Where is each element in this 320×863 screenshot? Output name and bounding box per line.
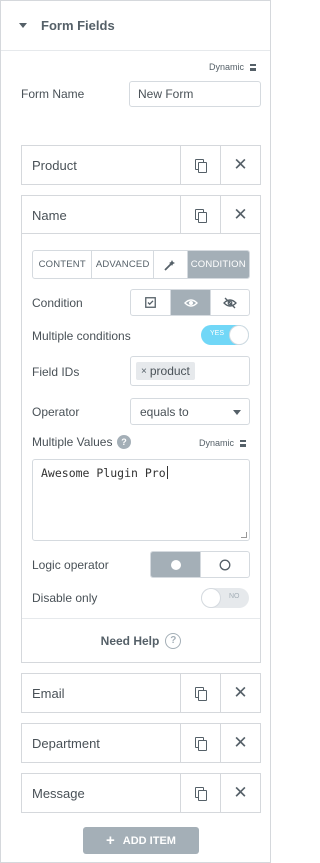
multiple-values-label: Multiple Values <box>32 435 113 449</box>
logic-option-or[interactable] <box>201 552 249 577</box>
item-title: Message <box>32 786 85 801</box>
close-icon: ✕ <box>233 732 248 753</box>
tag-chip: × product <box>136 362 195 380</box>
section-title: Form Fields <box>41 18 115 33</box>
form-name-label: Form Name <box>21 87 85 101</box>
field-ids-label: Field IDs <box>32 365 80 379</box>
condition-label: Condition <box>32 296 83 310</box>
logic-operator-label: Logic operator <box>32 558 109 572</box>
copy-icon <box>195 787 207 801</box>
toggle-knob <box>230 326 248 344</box>
item-header[interactable]: Name ✕ <box>22 196 260 234</box>
item-title: Product <box>32 158 77 173</box>
duplicate-button[interactable] <box>180 674 220 712</box>
form-fields-panel: Form Fields Dynamic Form Name New Form P… <box>0 0 271 863</box>
copy-icon <box>195 159 207 173</box>
close-icon: ✕ <box>233 782 248 803</box>
copy-icon <box>195 737 207 751</box>
plus-icon: + <box>106 832 115 849</box>
tag-label: product <box>149 364 190 378</box>
eye-icon <box>183 298 198 307</box>
close-icon: ✕ <box>233 154 248 175</box>
dynamic-label: Dynamic <box>199 438 235 448</box>
tab-condition[interactable]: CONDITION <box>187 251 249 278</box>
duplicate-button[interactable] <box>180 724 220 762</box>
toggle-state: YES <box>210 330 225 337</box>
multiple-values-textarea[interactable]: Awesome Plugin Pro <box>32 459 250 541</box>
repeater-item-message[interactable]: Message ✕ <box>21 773 261 813</box>
repeater-item-product[interactable]: Product ✕ <box>21 145 261 185</box>
remove-button[interactable]: ✕ <box>220 196 260 234</box>
multiple-conditions-label: Multiple conditions <box>32 329 131 343</box>
condition-option-hide[interactable] <box>211 290 249 315</box>
copy-icon <box>195 687 207 701</box>
item-title: Name <box>32 208 67 223</box>
tab-content[interactable]: CONTENT <box>33 251 93 278</box>
dynamic-tags-button[interactable]: Dynamic <box>199 438 247 448</box>
question-circle-icon: ? <box>165 632 182 649</box>
item-title: Email <box>32 686 65 701</box>
logic-option-and[interactable] <box>151 552 201 577</box>
logic-operator-choose <box>150 551 250 578</box>
operator-value: equals to <box>140 404 189 419</box>
form-name-value: New Form <box>138 87 194 101</box>
empty-circle-icon <box>219 559 231 570</box>
tab-advanced[interactable]: ADVANCED <box>92 251 154 278</box>
need-help-label: Need Help <box>100 633 160 648</box>
repeater-item-department[interactable]: Department ✕ <box>21 723 261 763</box>
remove-button[interactable]: ✕ <box>220 146 260 184</box>
operator-label: Operator <box>32 405 80 419</box>
remove-button[interactable]: ✕ <box>220 774 260 812</box>
close-icon: ✕ <box>233 204 248 225</box>
tab-style[interactable] <box>154 251 188 278</box>
eye-slash-icon <box>223 297 237 308</box>
copy-icon <box>195 209 207 223</box>
dynamic-tags-button[interactable]: Dynamic <box>209 62 257 72</box>
remove-button[interactable]: ✕ <box>220 674 260 712</box>
checkbox-icon <box>145 297 156 308</box>
condition-option-show[interactable] <box>171 290 211 315</box>
dynamic-label: Dynamic <box>209 62 245 72</box>
text-cursor <box>166 466 168 479</box>
add-item-label: ADD ITEM <box>122 834 176 847</box>
tab-label: CONTENT <box>38 259 86 270</box>
help-icon[interactable]: ? <box>117 435 131 449</box>
tab-label: CONDITION <box>190 259 246 270</box>
toggle-state: NO <box>229 593 240 600</box>
disable-only-label: Disable only <box>32 591 98 605</box>
tab-label: ADVANCED <box>95 259 150 270</box>
form-name-input[interactable]: New Form <box>129 81 261 107</box>
repeater-item-email[interactable]: Email ✕ <box>21 673 261 713</box>
toggle-knob <box>202 589 220 607</box>
duplicate-button[interactable] <box>180 774 220 812</box>
condition-option-checkbox[interactable] <box>131 290 171 315</box>
operator-select[interactable]: equals to <box>130 398 250 425</box>
magic-wand-icon <box>164 259 176 271</box>
duplicate-button[interactable] <box>180 146 220 184</box>
section-header[interactable]: Form Fields <box>1 1 270 51</box>
textarea-value: Awesome Plugin Pro <box>41 466 166 480</box>
remove-tag-icon[interactable]: × <box>141 366 147 377</box>
duplicate-button[interactable] <box>180 196 220 234</box>
dropdown-arrow-icon <box>233 410 241 415</box>
need-help-link[interactable]: Need Help ? <box>22 618 260 662</box>
close-icon: ✕ <box>233 682 248 703</box>
item-tabs: CONTENT ADVANCED CONDITION <box>32 250 250 279</box>
database-icon <box>240 440 247 447</box>
disable-only-toggle[interactable]: NO <box>201 588 249 608</box>
multiple-conditions-toggle[interactable]: YES <box>201 325 249 345</box>
condition-choose <box>130 289 250 316</box>
resize-handle[interactable] <box>241 532 247 538</box>
add-item-button[interactable]: + ADD ITEM <box>83 827 199 854</box>
database-icon <box>250 64 257 71</box>
filled-circle-icon <box>170 559 181 570</box>
caret-down-icon <box>19 23 27 28</box>
remove-button[interactable]: ✕ <box>220 724 260 762</box>
item-title: Department <box>32 736 100 751</box>
